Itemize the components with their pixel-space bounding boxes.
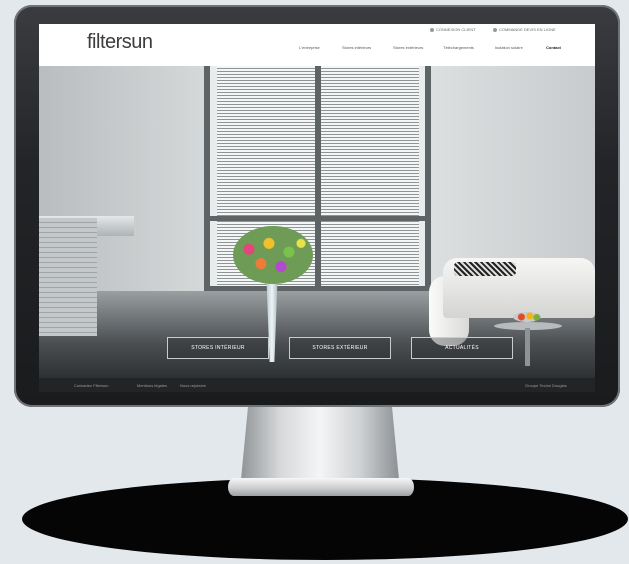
nav-stores-exterieurs[interactable]: Stores extérieurs [393, 45, 423, 50]
online-quote-label: COMMANDE DEVIS EN LIGNE [499, 27, 556, 32]
cart-icon [493, 27, 497, 32]
hero-pillow [454, 262, 516, 276]
footer-join-link[interactable]: Nous rejoindre [180, 383, 206, 388]
client-login-label: CONNEXION CLIENT [436, 27, 476, 32]
nav-isolation-solaire[interactable]: Isolation solaire [495, 45, 523, 50]
actualites-button[interactable]: ACTUALITÉS [411, 337, 513, 359]
window-frame [204, 66, 210, 291]
site-footer: Contactez Filtersun Mentions légales Nou… [39, 378, 595, 392]
hero-image: STORES INTÉRIEUR STORES EXTÉRIEUR ACTUAL… [39, 66, 595, 378]
nav-contact[interactable]: Contact [546, 45, 561, 50]
stores-exterieur-button[interactable]: STORES EXTÉRIEUR [289, 337, 391, 359]
footer-contact-link[interactable]: Contactez Filtersun [74, 383, 108, 388]
footer-legal-link[interactable]: Mentions légales [137, 383, 167, 388]
hero-radiator [39, 218, 97, 336]
site-logo[interactable]: filtersun [87, 31, 153, 54]
user-icon [430, 27, 434, 32]
nav-stores-interieurs[interactable]: Stores intérieurs [342, 45, 371, 50]
client-login-link[interactable]: CONNEXION CLIENT [430, 27, 476, 32]
monitor-stand-base [228, 478, 414, 496]
hero-table-leg [525, 328, 530, 366]
nav-telechargements[interactable]: Téléchargements [443, 45, 474, 50]
site-header: filtersun CONNEXION CLIENT COMMANDE DEVI… [39, 24, 595, 66]
nav-entreprise[interactable]: L'entreprise [299, 45, 320, 50]
window-frame [315, 66, 321, 291]
footer-group-name[interactable]: Groupe Techni Douglas [525, 383, 567, 388]
online-quote-link[interactable]: COMMANDE DEVIS EN LIGNE [493, 27, 556, 32]
website-screen: filtersun CONNEXION CLIENT COMMANDE DEVI… [39, 24, 595, 392]
hero-fruit-bowl [513, 312, 541, 322]
hero-bouquet [233, 226, 313, 284]
stores-interieur-button[interactable]: STORES INTÉRIEUR [167, 337, 269, 359]
window-frame [425, 66, 431, 291]
window-frame [204, 216, 431, 221]
